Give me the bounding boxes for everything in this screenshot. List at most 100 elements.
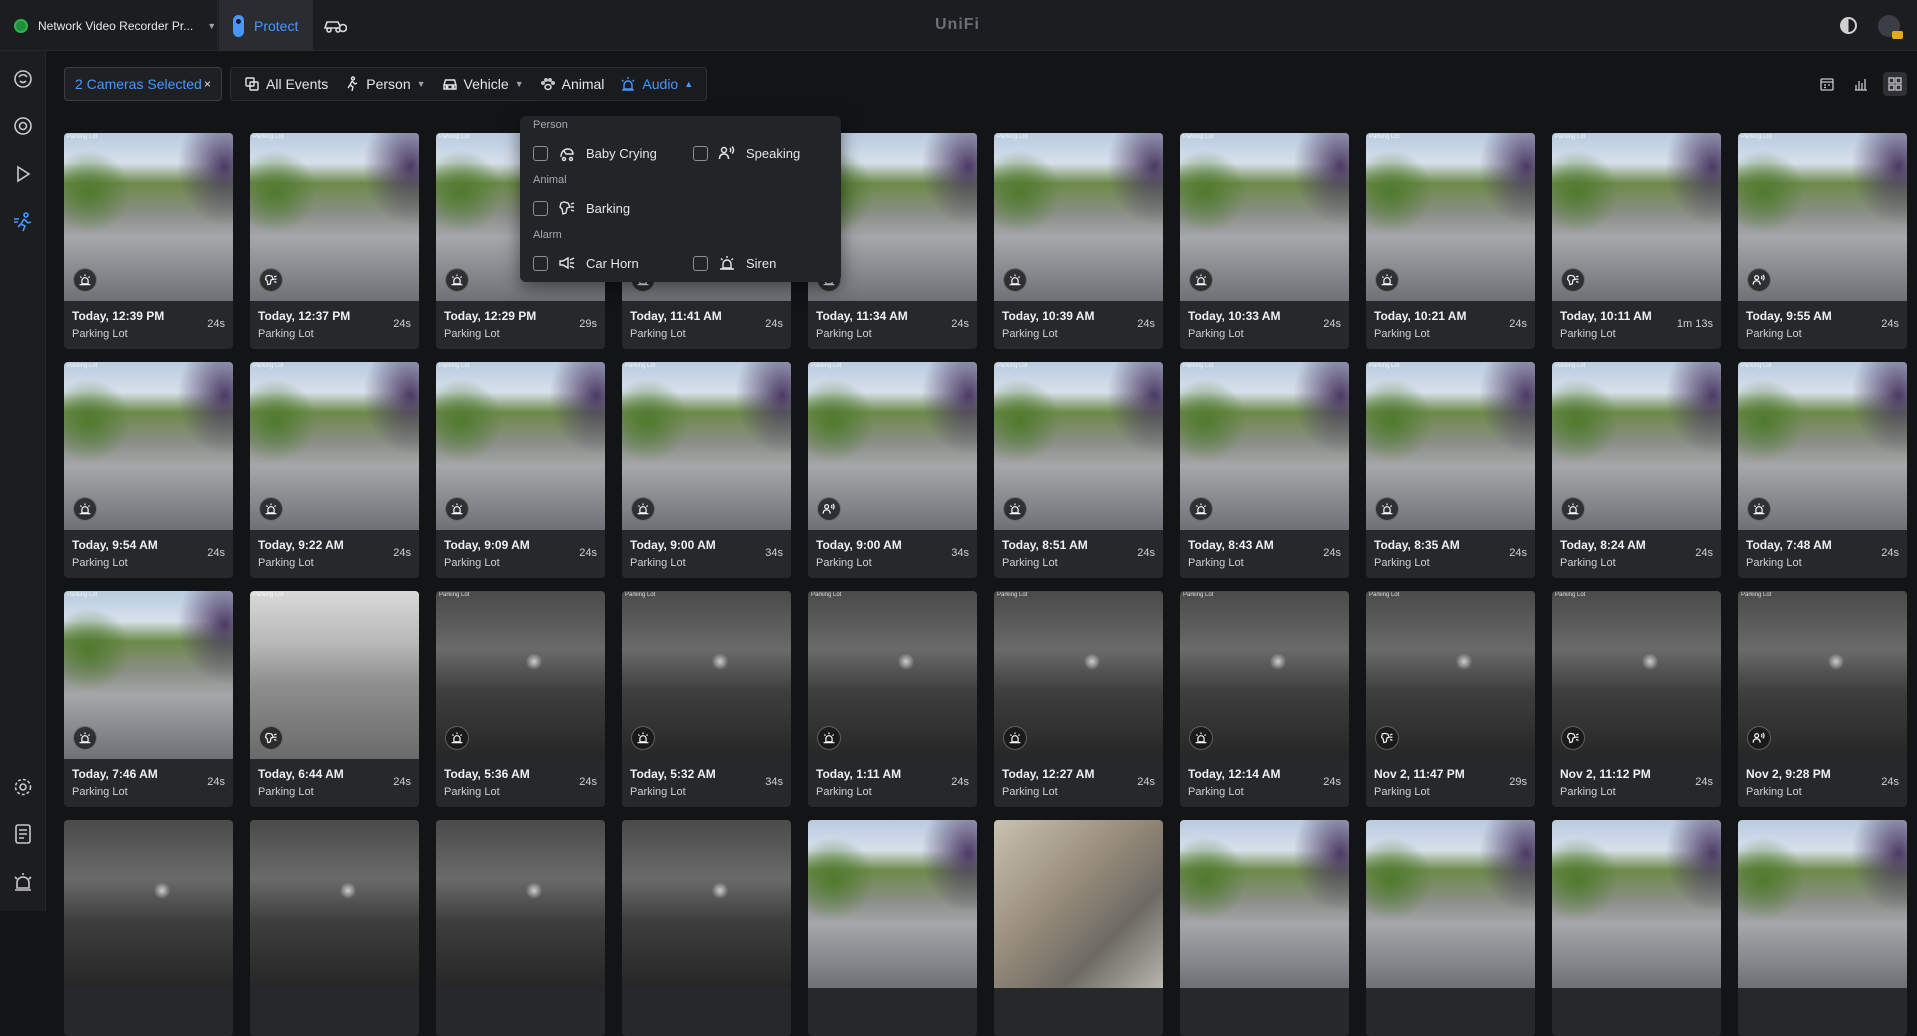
event-card[interactable]: Parking Lot Today, 9:00 AM Parking Lot 34s bbox=[808, 362, 977, 578]
event-card[interactable] bbox=[64, 820, 233, 1036]
event-thumbnail[interactable]: Parking Lot bbox=[1738, 362, 1907, 530]
logs-icon[interactable] bbox=[12, 823, 34, 845]
event-card[interactable]: Parking Lot Nov 2, 9:28 PM Parking Lot 24s bbox=[1738, 591, 1907, 807]
event-card[interactable]: Parking Lot Today, 9:55 AM Parking Lot 24s bbox=[1738, 133, 1907, 349]
event-card[interactable]: Parking Lot Today, 5:32 AM Parking Lot 34s bbox=[622, 591, 791, 807]
event-thumbnail[interactable] bbox=[994, 820, 1163, 988]
app-switcher[interactable]: Network Video Recorder Pr... ▼ bbox=[0, 0, 218, 51]
option-siren[interactable]: Siren bbox=[693, 254, 776, 272]
event-thumbnail[interactable]: Parking Lot bbox=[1552, 591, 1721, 759]
event-card[interactable]: Parking Lot Today, 9:54 AM Parking Lot 24s bbox=[64, 362, 233, 578]
event-thumbnail[interactable]: Parking Lot bbox=[436, 362, 605, 530]
event-card[interactable]: Parking Lot Today, 12:39 PM Parking Lot 24s bbox=[64, 133, 233, 349]
event-card[interactable]: Parking Lot Today, 9:09 AM Parking Lot 24s bbox=[436, 362, 605, 578]
event-card[interactable] bbox=[436, 820, 605, 1036]
event-thumbnail[interactable] bbox=[1180, 820, 1349, 988]
siren-checkbox[interactable] bbox=[693, 255, 708, 271]
event-thumbnail[interactable] bbox=[808, 820, 977, 988]
event-thumbnail[interactable]: Parking Lot bbox=[64, 362, 233, 530]
tab-protect[interactable]: Protect bbox=[219, 0, 313, 51]
cameras-icon[interactable] bbox=[12, 115, 34, 137]
event-card[interactable]: Parking Lot Today, 8:24 AM Parking Lot 24s bbox=[1552, 362, 1721, 578]
event-card[interactable]: Parking Lot Today, 12:27 AM Parking Lot 24s bbox=[994, 591, 1163, 807]
event-thumbnail[interactable] bbox=[1366, 820, 1535, 988]
filter-all-events[interactable]: All Events bbox=[237, 69, 335, 99]
event-card[interactable]: Parking Lot Today, 8:43 AM Parking Lot 24s bbox=[1180, 362, 1349, 578]
event-card[interactable] bbox=[1738, 820, 1907, 1036]
event-card[interactable] bbox=[622, 820, 791, 1036]
event-card[interactable] bbox=[1180, 820, 1349, 1036]
stats-view-button[interactable] bbox=[1849, 72, 1873, 96]
event-thumbnail[interactable] bbox=[1552, 820, 1721, 988]
event-thumbnail[interactable]: Parking Lot bbox=[1738, 133, 1907, 301]
event-thumbnail[interactable] bbox=[436, 820, 605, 988]
option-car-horn[interactable]: Car Horn bbox=[533, 254, 639, 272]
vehicle-settings-icon[interactable] bbox=[323, 16, 347, 34]
option-barking[interactable]: Barking bbox=[533, 199, 630, 217]
event-thumbnail[interactable]: Parking Lot bbox=[64, 133, 233, 301]
event-thumbnail[interactable]: Parking Lot bbox=[994, 591, 1163, 759]
car-horn-checkbox[interactable] bbox=[533, 255, 548, 271]
event-card[interactable]: Parking Lot Today, 10:21 AM Parking Lot 24s bbox=[1366, 133, 1535, 349]
event-thumbnail[interactable]: Parking Lot bbox=[1738, 591, 1907, 759]
event-thumbnail[interactable]: Parking Lot bbox=[808, 362, 977, 530]
event-card[interactable]: Parking Lot Today, 10:33 AM Parking Lot 24s bbox=[1180, 133, 1349, 349]
event-thumbnail[interactable]: Parking Lot bbox=[1552, 362, 1721, 530]
event-thumbnail[interactable] bbox=[64, 820, 233, 988]
event-card[interactable]: Parking Lot Today, 10:39 AM Parking Lot 24s bbox=[994, 133, 1163, 349]
event-thumbnail[interactable]: Parking Lot bbox=[64, 591, 233, 759]
event-thumbnail[interactable]: Parking Lot bbox=[1180, 362, 1349, 530]
event-thumbnail[interactable]: Parking Lot bbox=[1366, 591, 1535, 759]
speaking-checkbox[interactable] bbox=[693, 145, 708, 161]
theme-toggle-icon[interactable] bbox=[1840, 17, 1857, 34]
event-card[interactable]: Parking Lot Nov 2, 11:47 PM Parking Lot 29s bbox=[1366, 591, 1535, 807]
event-thumbnail[interactable]: Parking Lot bbox=[622, 362, 791, 530]
play-icon[interactable] bbox=[12, 163, 34, 185]
settings-icon[interactable] bbox=[12, 776, 34, 798]
cameras-selected-chip[interactable]: 2 Cameras Selected × bbox=[64, 67, 222, 101]
event-thumbnail[interactable]: Parking Lot bbox=[622, 591, 791, 759]
event-thumbnail[interactable]: Parking Lot bbox=[808, 591, 977, 759]
event-thumbnail[interactable]: Parking Lot bbox=[1180, 591, 1349, 759]
event-thumbnail[interactable]: Parking Lot bbox=[250, 133, 419, 301]
event-card[interactable]: Parking Lot Today, 8:35 AM Parking Lot 24s bbox=[1366, 362, 1535, 578]
option-baby-crying[interactable]: Baby Crying bbox=[533, 144, 657, 162]
dashboard-icon[interactable] bbox=[12, 68, 34, 90]
event-card[interactable]: Parking Lot Today, 8:51 AM Parking Lot 24s bbox=[994, 362, 1163, 578]
clear-cameras-icon[interactable]: × bbox=[204, 77, 211, 91]
event-card[interactable]: Parking Lot Today, 12:14 AM Parking Lot 24s bbox=[1180, 591, 1349, 807]
event-card[interactable]: Parking Lot Today, 5:36 AM Parking Lot 24s bbox=[436, 591, 605, 807]
barking-checkbox[interactable] bbox=[533, 200, 548, 216]
event-thumbnail[interactable]: Parking Lot bbox=[1552, 133, 1721, 301]
event-thumbnail[interactable] bbox=[1738, 820, 1907, 988]
calendar-view-button[interactable] bbox=[1815, 72, 1839, 96]
event-thumbnail[interactable] bbox=[622, 820, 791, 988]
event-thumbnail[interactable]: Parking Lot bbox=[1180, 133, 1349, 301]
event-thumbnail[interactable]: Parking Lot bbox=[1366, 133, 1535, 301]
event-card[interactable] bbox=[808, 820, 977, 1036]
event-card[interactable]: Parking Lot Today, 7:48 AM Parking Lot 24s bbox=[1738, 362, 1907, 578]
option-speaking[interactable]: Speaking bbox=[693, 144, 800, 162]
event-thumbnail[interactable]: Parking Lot bbox=[1366, 362, 1535, 530]
event-card[interactable]: Parking Lot Today, 9:00 AM Parking Lot 34s bbox=[622, 362, 791, 578]
event-thumbnail[interactable]: Parking Lot bbox=[436, 591, 605, 759]
event-thumbnail[interactable]: Parking Lot bbox=[250, 591, 419, 759]
filter-animal[interactable]: Animal bbox=[533, 69, 612, 99]
event-thumbnail[interactable]: Parking Lot bbox=[994, 362, 1163, 530]
event-card[interactable] bbox=[250, 820, 419, 1036]
filter-person[interactable]: Person ▼ bbox=[337, 69, 432, 99]
event-card[interactable]: Parking Lot Nov 2, 11:12 PM Parking Lot 24s bbox=[1552, 591, 1721, 807]
event-card[interactable]: Parking Lot Today, 1:11 AM Parking Lot 24s bbox=[808, 591, 977, 807]
event-card[interactable] bbox=[1366, 820, 1535, 1036]
event-thumbnail[interactable] bbox=[250, 820, 419, 988]
baby-crying-checkbox[interactable] bbox=[533, 145, 548, 161]
avatar[interactable] bbox=[1878, 15, 1903, 39]
event-thumbnail[interactable]: Parking Lot bbox=[250, 362, 419, 530]
alarm-icon[interactable] bbox=[12, 871, 34, 893]
event-card[interactable]: Parking Lot Today, 7:46 AM Parking Lot 24s bbox=[64, 591, 233, 807]
event-card[interactable] bbox=[994, 820, 1163, 1036]
event-thumbnail[interactable]: Parking Lot bbox=[994, 133, 1163, 301]
event-card[interactable]: Parking Lot Today, 10:11 AM Parking Lot 1m … bbox=[1552, 133, 1721, 349]
filter-audio[interactable]: Audio ▲ bbox=[613, 69, 700, 99]
grid-view-button[interactable] bbox=[1883, 72, 1907, 96]
